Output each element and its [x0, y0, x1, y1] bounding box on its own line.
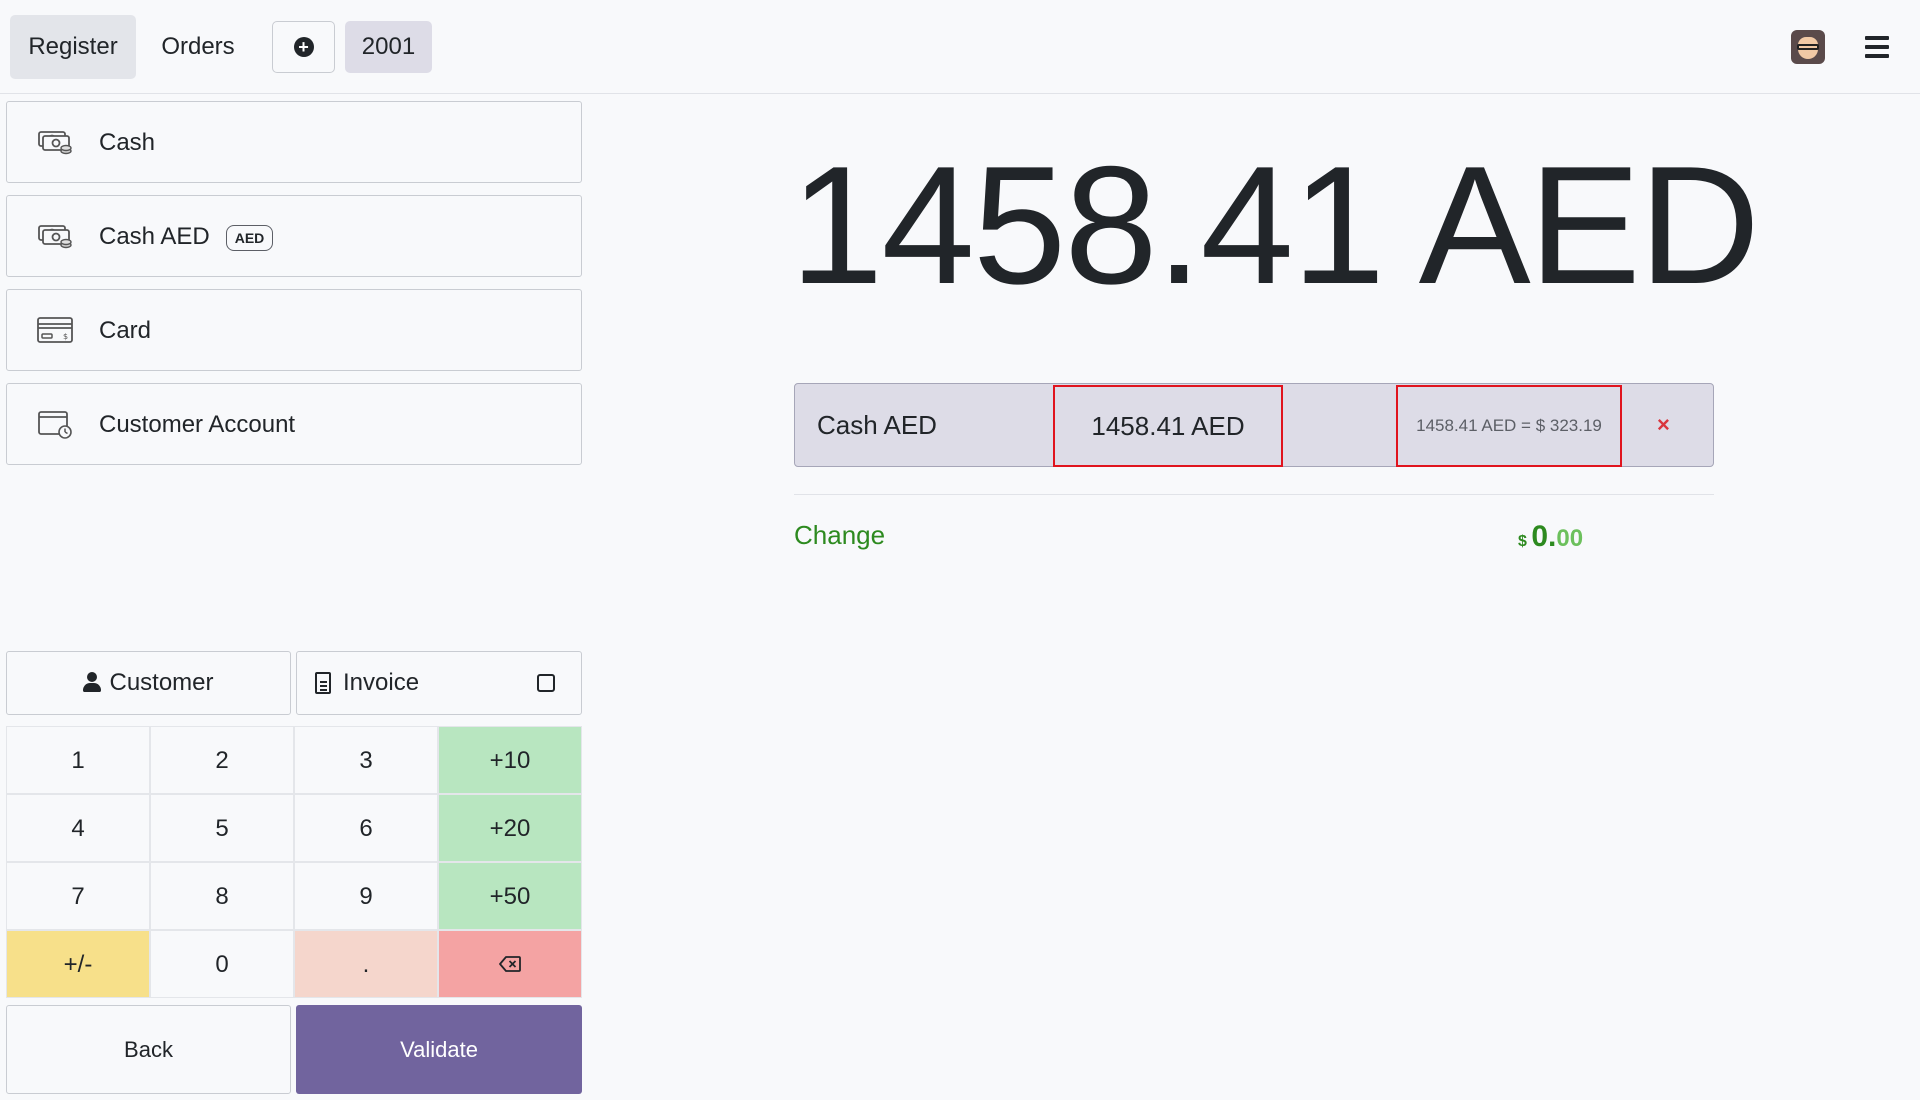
payment-line-method: Cash AED — [817, 410, 937, 440]
payment-method-cash-aed[interactable]: Cash AED AED — [6, 195, 582, 277]
card-icon: $ — [37, 317, 73, 343]
payment-method-label: Customer Account — [99, 411, 296, 438]
plus-circle-icon: + — [293, 36, 314, 57]
back-button[interactable]: Back — [6, 1005, 291, 1094]
cash-icon — [38, 131, 72, 155]
numpad: 1 2 3 +10 4 5 6 +20 7 8 9 +50 +/- 0 . — [6, 726, 582, 999]
key-4[interactable]: 4 — [6, 794, 150, 862]
key-5[interactable]: 5 — [150, 794, 294, 862]
payment-method-label: Cash AED — [99, 223, 210, 250]
payment-method-cash[interactable]: Cash — [6, 101, 582, 183]
orders-tab[interactable]: Orders — [146, 15, 250, 79]
change-decimals: 00 — [1556, 525, 1584, 552]
validate-button[interactable]: Validate — [296, 1005, 582, 1094]
key-0[interactable]: 0 — [150, 930, 294, 998]
invoice-checkbox[interactable] — [537, 674, 555, 692]
payment-method-label: Cash — [99, 129, 156, 156]
user-avatar[interactable] — [1791, 30, 1825, 64]
customer-account-icon — [38, 411, 72, 439]
person-icon — [83, 671, 102, 692]
payment-line-conversion: 1458.41 AED = $ 323.19 — [1396, 385, 1622, 467]
change-currency: $ — [1518, 533, 1527, 550]
key-9[interactable]: 9 — [294, 862, 438, 930]
document-icon — [315, 672, 331, 694]
change-amount: $ 0.00 — [1518, 520, 1583, 554]
key-1[interactable]: 1 — [6, 726, 150, 794]
order-number-tab[interactable]: 2001 — [345, 21, 432, 73]
key-plus-minus[interactable]: +/- — [6, 930, 150, 998]
change-label: Change — [794, 520, 886, 550]
key-2[interactable]: 2 — [150, 726, 294, 794]
change-integer: 0. — [1531, 520, 1557, 553]
backspace-icon — [499, 955, 521, 972]
payment-method-label: Card — [99, 317, 152, 344]
divider — [794, 494, 1714, 495]
payment-method-customer-account[interactable]: Customer Account — [6, 383, 582, 465]
key-3[interactable]: 3 — [294, 726, 438, 794]
key-8[interactable]: 8 — [150, 862, 294, 930]
cash-icon — [38, 225, 72, 249]
payment-line[interactable]: Cash AED 1458.41 AED 1458.41 AED = $ 323… — [794, 383, 1714, 467]
svg-text:$: $ — [63, 332, 68, 341]
new-order-button[interactable]: + — [272, 21, 335, 73]
key-7[interactable]: 7 — [6, 862, 150, 930]
payment-line-amount[interactable]: 1458.41 AED — [1053, 385, 1283, 467]
register-tab[interactable]: Register — [10, 15, 136, 79]
key-backspace[interactable] — [438, 930, 582, 998]
currency-badge: AED — [225, 224, 274, 251]
customer-label: Customer — [109, 669, 214, 696]
top-bar: Register Orders + 2001 — [0, 0, 1920, 94]
key-plus-50[interactable]: +50 — [438, 862, 582, 930]
key-decimal[interactable]: . — [294, 930, 438, 998]
menu-icon[interactable] — [1865, 36, 1889, 58]
total-due: 1458.41 AED — [790, 131, 1760, 319]
customer-button[interactable]: Customer — [6, 651, 291, 715]
key-6[interactable]: 6 — [294, 794, 438, 862]
key-plus-20[interactable]: +20 — [438, 794, 582, 862]
key-plus-10[interactable]: +10 — [438, 726, 582, 794]
invoice-button[interactable]: Invoice — [296, 651, 582, 715]
payment-method-card[interactable]: $ Card — [6, 289, 582, 371]
delete-payment-line-icon[interactable]: × — [1657, 384, 1670, 466]
invoice-label: Invoice — [343, 669, 420, 696]
